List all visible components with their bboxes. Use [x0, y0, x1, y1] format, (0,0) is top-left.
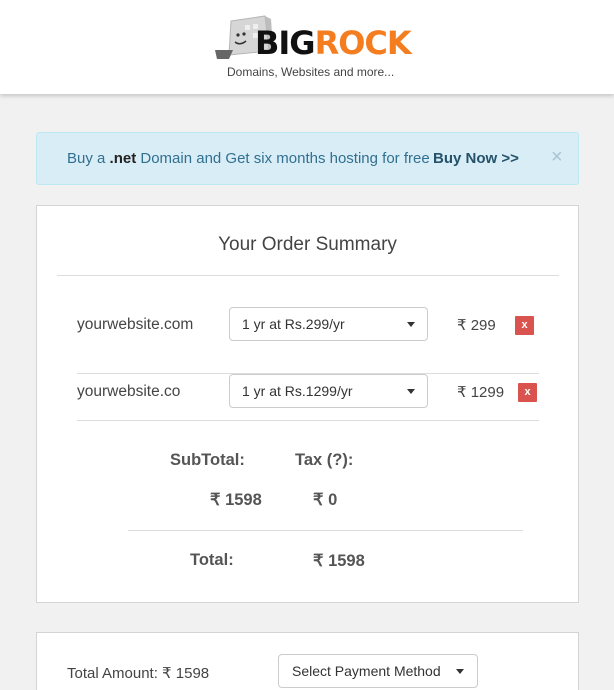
promo-alert: Buy a .net Domain and Get six months hos…	[36, 132, 579, 185]
chevron-down-icon	[407, 389, 415, 394]
subtotal-value: ₹ 1598	[210, 491, 262, 509]
divider	[128, 530, 523, 531]
total-value: ₹ 1598	[313, 552, 365, 570]
chevron-down-icon	[407, 322, 415, 327]
order-item-row: yourwebsite.co 1 yr at Rs.1299/yr ₹ 1299…	[77, 374, 539, 421]
tax-label[interactable]: Tax (?):	[295, 451, 353, 470]
promo-text-suffix: Domain and Get six months hosting for fr…	[136, 150, 430, 167]
tax-value: ₹ 0	[313, 491, 338, 509]
payment-method-label: Select Payment Method	[292, 663, 441, 679]
promo-text: Buy a .net Domain and Get six months hos…	[67, 150, 430, 167]
brand-tagline: Domains, Websites and more...	[227, 65, 395, 79]
chevron-down-icon	[456, 669, 464, 674]
payment-card: Total Amount: ₹ 1598 Select Payment Meth…	[36, 632, 579, 690]
subtotal-label: SubTotal:	[170, 451, 245, 469]
item-price: ₹ 299	[457, 317, 496, 334]
payment-method-dropdown[interactable]: Select Payment Method	[278, 654, 478, 688]
buy-now-link[interactable]: Buy Now >>	[433, 150, 519, 167]
remove-item-button[interactable]: x	[515, 316, 534, 335]
order-item-row: yourwebsite.com 1 yr at Rs.299/yr ₹ 299 …	[77, 307, 539, 374]
total-amount-label: Total Amount: ₹ 1598	[67, 665, 210, 682]
total-label: Total:	[190, 551, 234, 569]
site-header: BIGROCK Domains, Websites and more...	[0, 0, 614, 94]
brand-big: BIG	[255, 24, 316, 62]
bigrock-logo[interactable]: BIGROCK Domains, Websites and more...	[213, 13, 413, 83]
remove-item-button[interactable]: x	[518, 383, 537, 402]
plan-select-value: 1 yr at Rs.299/yr	[242, 316, 345, 332]
brand-rock: ROCK	[314, 24, 412, 62]
close-icon[interactable]: ×	[551, 146, 563, 169]
order-summary-title: Your Order Summary	[218, 234, 397, 255]
plan-select[interactable]: 1 yr at Rs.299/yr	[229, 307, 428, 341]
plan-select-value: 1 yr at Rs.1299/yr	[242, 383, 353, 399]
item-price: ₹ 1299	[457, 384, 505, 401]
item-domain: yourwebsite.com	[77, 316, 194, 333]
promo-text-prefix: Buy a	[67, 150, 110, 167]
divider	[57, 275, 559, 276]
item-domain: yourwebsite.co	[77, 383, 181, 400]
brand-wordmark: BIGROCK	[255, 23, 412, 63]
order-summary-card: Your Order Summary yourwebsite.com 1 yr …	[36, 205, 579, 603]
plan-select[interactable]: 1 yr at Rs.1299/yr	[229, 374, 428, 408]
promo-text-bold: .net	[109, 150, 137, 167]
